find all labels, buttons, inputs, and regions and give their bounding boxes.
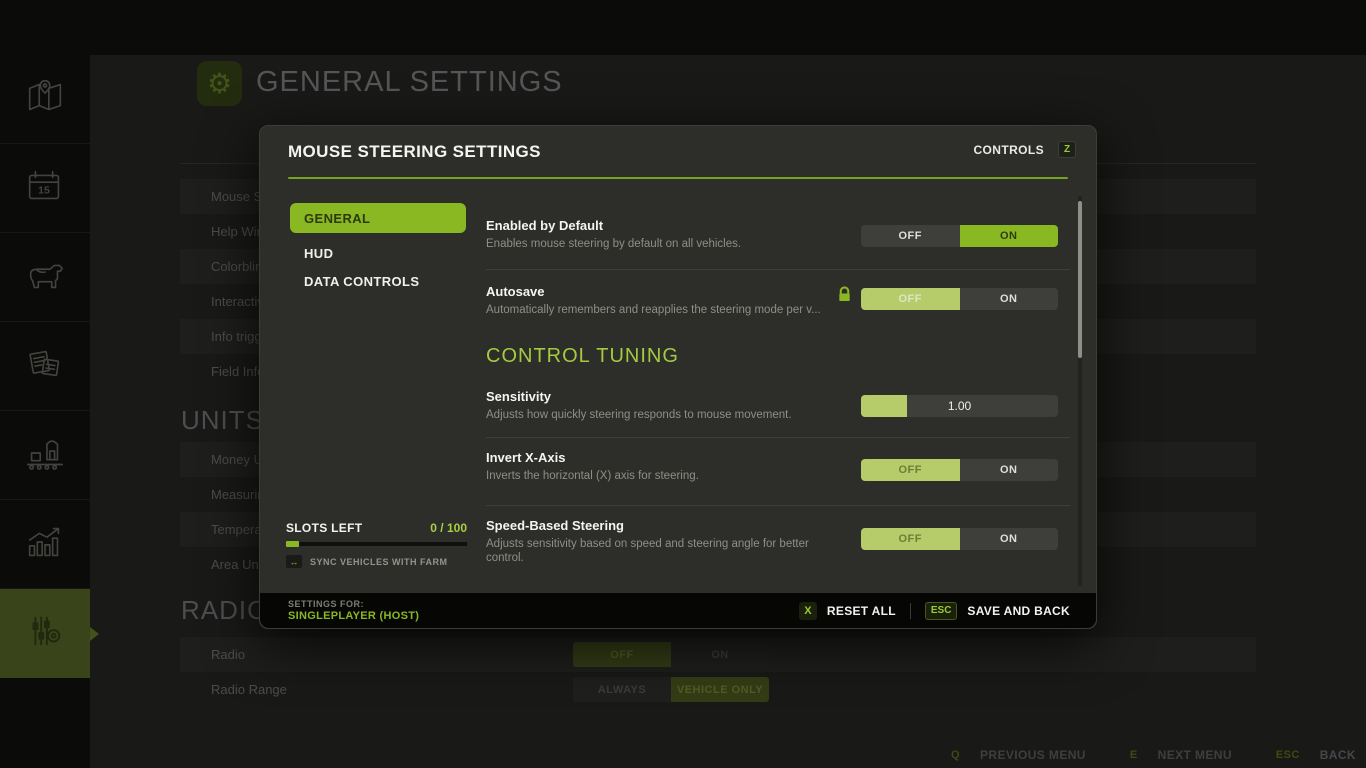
footer-divider <box>910 603 911 619</box>
save-and-back-button[interactable]: SAVE AND BACK <box>967 604 1070 618</box>
invert-off-option[interactable]: OFF <box>861 459 960 481</box>
enabled-on-option[interactable]: ON <box>960 225 1059 247</box>
settings-for-block: SETTINGS FOR: SINGLEPLAYER (HOST) <box>288 599 419 622</box>
slots-progress-fill <box>286 541 299 547</box>
slots-progress-bar <box>286 542 467 546</box>
autosave-on-option[interactable]: ON <box>960 288 1059 310</box>
control-tuning-header: CONTROL TUNING <box>486 341 1070 371</box>
mouse-steering-settings-modal: MOUSE STEERING SETTINGS CONTROLS Z GENER… <box>259 125 1097 629</box>
scrollbar-thumb[interactable] <box>1078 201 1082 358</box>
player-context: SINGLEPLAYER (HOST) <box>288 610 419 622</box>
sensitivity-slider[interactable]: 1.00 <box>861 395 1058 417</box>
setting-invert-x-axis: Invert X-Axis Inverts the horizontal (X)… <box>486 438 1070 506</box>
speed-off-option[interactable]: OFF <box>861 528 960 550</box>
slots-left-value: 0 / 100 <box>430 521 467 535</box>
setting-autosave: Autosave Automatically remembers and rea… <box>486 270 1070 341</box>
key-esc-badge: ESC <box>925 602 958 620</box>
sync-vehicles-control[interactable]: ↔ SYNC VEHICLES WITH FARM <box>286 555 467 568</box>
key-z-badge: Z <box>1058 141 1076 158</box>
enabled-by-default-toggle[interactable]: OFF ON <box>861 225 1058 247</box>
tab-general[interactable]: GENERAL <box>290 203 466 233</box>
settings-column: Enabled by Default Enables mouse steerin… <box>486 203 1070 586</box>
setting-sensitivity: Sensitivity Adjusts how quickly steering… <box>486 371 1070 438</box>
tab-data-controls[interactable]: DATA CONTROLS <box>290 274 466 289</box>
setting-speed-based-steering: Speed-Based Steering Adjusts sensitivity… <box>486 506 1070 586</box>
enabled-off-option[interactable]: OFF <box>861 225 960 247</box>
autosave-toggle[interactable]: OFF ON <box>861 288 1058 310</box>
screen: 15 ⚙ GENERAL SETTINGS Mouse St Help Win … <box>0 0 1366 768</box>
sync-arrows-icon: ↔ <box>286 555 302 568</box>
modal-title: MOUSE STEERING SETTINGS <box>288 142 541 162</box>
slots-left-label: SLOTS LEFT <box>286 521 362 535</box>
modal-tabs: GENERAL HUD DATA CONTROLS <box>290 203 466 289</box>
reset-all-button[interactable]: RESET ALL <box>827 604 896 618</box>
modal-footer: SETTINGS FOR: SINGLEPLAYER (HOST) X RESE… <box>260 593 1096 628</box>
modal-scrollbar[interactable] <box>1078 196 1082 586</box>
speed-on-option[interactable]: ON <box>960 528 1059 550</box>
invert-x-axis-toggle[interactable]: OFF ON <box>861 459 1058 481</box>
invert-on-option[interactable]: ON <box>960 459 1059 481</box>
key-x-badge: X <box>799 602 817 620</box>
slots-panel: SLOTS LEFT 0 / 100 ↔ SYNC VEHICLES WITH … <box>286 521 467 568</box>
title-underline <box>288 177 1068 179</box>
controls-hint[interactable]: CONTROLS Z <box>973 141 1076 158</box>
setting-enabled-by-default: Enabled by Default Enables mouse steerin… <box>486 203 1070 270</box>
tab-hud[interactable]: HUD <box>290 246 466 261</box>
sensitivity-value: 1.00 <box>861 395 1058 417</box>
speed-based-steering-toggle[interactable]: OFF ON <box>861 528 1058 550</box>
lock-icon <box>837 286 852 307</box>
autosave-off-option[interactable]: OFF <box>861 288 960 310</box>
